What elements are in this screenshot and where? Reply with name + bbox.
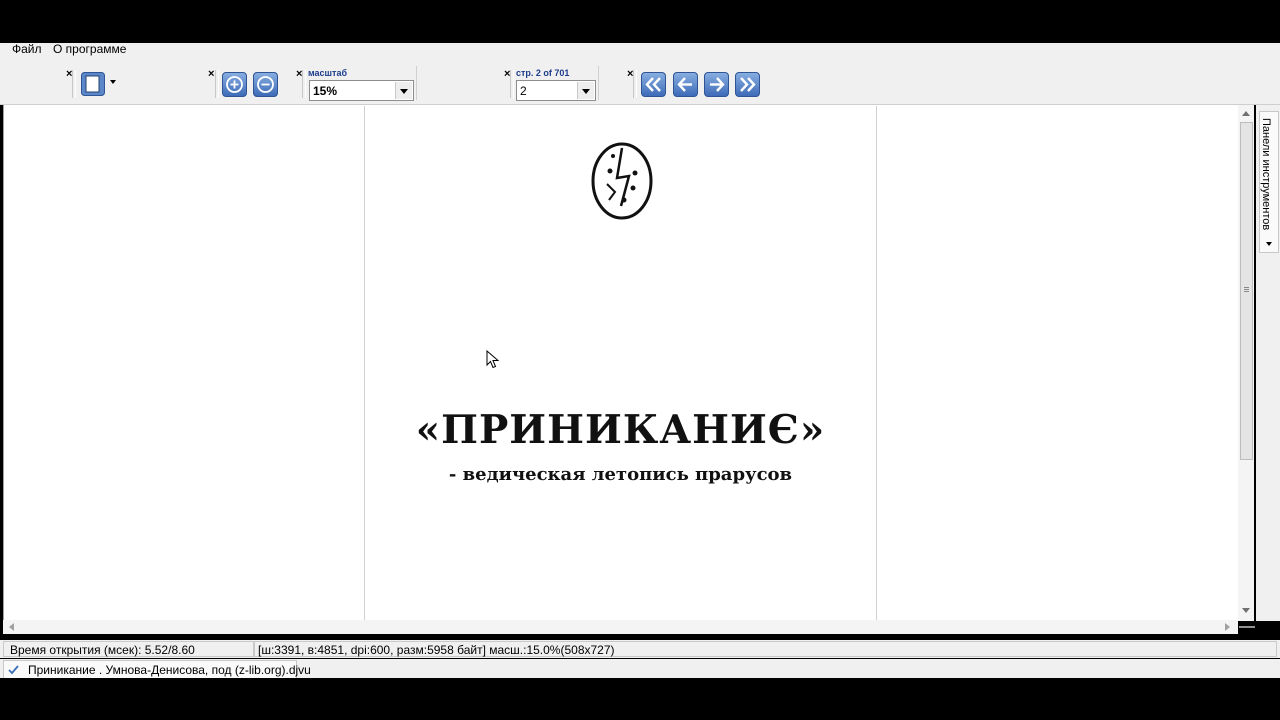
toolbar-separator [416, 66, 417, 100]
horizontal-scrollbar[interactable] [3, 620, 1238, 634]
tool-panels-tab-button[interactable]: Панели инструментов [1259, 111, 1279, 253]
scroll-right-arrow-icon[interactable] [1225, 623, 1230, 631]
zoom-value: 15% [313, 84, 338, 98]
menu-file[interactable]: Файл [12, 43, 42, 62]
mouse-cursor-icon [486, 350, 500, 369]
page-dropdown-arrow-icon[interactable] [577, 82, 594, 99]
scroll-up-arrow-icon[interactable] [1242, 111, 1250, 116]
previous-page-button[interactable] [673, 72, 698, 97]
vertical-scrollbar[interactable] [1238, 105, 1254, 621]
menu-about[interactable]: О программе [53, 43, 126, 62]
size-grip [1239, 626, 1255, 628]
menu-bar: Файл О программе [0, 43, 1280, 62]
arrow-left-icon [677, 77, 692, 92]
toolbar-grip[interactable] [633, 70, 637, 98]
status-bar: Время открытия (мсек): 5.52/8.60 [ш:3391… [0, 640, 1280, 658]
page-label: стр. 2 of 701 [516, 68, 570, 78]
toolbar: × × × масштаб 15% × стр. 2 of 701 2 × [0, 62, 1280, 105]
first-page-button[interactable] [641, 72, 666, 97]
document-subtitle: - ведическая летопись прарусов [448, 464, 793, 485]
document-info-status: [ш:3391, в:4851, dpi:600, разм:5958 байт… [254, 641, 1277, 657]
zoom-select[interactable]: 15% [309, 80, 414, 101]
page-view-icon [81, 72, 105, 96]
last-page-button[interactable] [735, 72, 760, 97]
toolbar-grip[interactable] [302, 70, 306, 98]
scroll-down-arrow-icon[interactable] [1242, 608, 1250, 613]
close-toolbar-zoom-icon[interactable]: × [208, 69, 214, 80]
scroll-left-arrow-icon[interactable] [9, 623, 14, 631]
tool-panels-label: Панели инструментов [1260, 118, 1272, 231]
toolbar-grip[interactable] [72, 70, 76, 98]
zoom-in-icon [226, 76, 243, 93]
zoom-out-button[interactable] [253, 72, 278, 97]
toolbar-grip[interactable] [510, 70, 514, 98]
tool-panels-tab[interactable]: Панели инструментов [1256, 105, 1280, 621]
file-tab-name: Приникание . Умнова-Денисова, под (z-lib… [28, 663, 311, 677]
zoom-label: масштаб [308, 68, 348, 78]
check-icon [8, 665, 19, 675]
view-dropdown-arrow-icon[interactable] [110, 80, 116, 84]
publisher-logo-icon [591, 142, 653, 220]
next-page-button[interactable] [704, 72, 729, 97]
file-tab-bar: Приникание . Умнова-Денисова, под (z-lib… [0, 659, 1280, 678]
toolbar-separator [598, 66, 599, 100]
toolbar-grip[interactable] [215, 70, 219, 98]
open-time-status: Время открытия (мсек): 5.52/8.60 [3, 641, 254, 657]
panel-arrow-icon [1266, 242, 1272, 246]
scroll-grip-icon [1244, 287, 1249, 288]
zoom-dropdown-arrow-icon[interactable] [395, 82, 412, 99]
document-title: «ПРИНИКАНИЄ» [415, 407, 826, 453]
page-view-button[interactable] [81, 72, 105, 96]
arrow-right-icon [710, 77, 725, 92]
zoom-in-button[interactable] [222, 72, 247, 97]
first-page-icon [645, 77, 661, 92]
zoom-out-icon [257, 76, 274, 93]
page-select[interactable]: 2 [516, 80, 596, 101]
page-value: 2 [520, 84, 527, 98]
vertical-scroll-thumb[interactable] [1240, 122, 1253, 460]
document-page: «ПРИНИКАНИЄ» - ведическая летопись прару… [364, 106, 877, 620]
file-tab[interactable]: Приникание . Умнова-Денисова, под (z-lib… [3, 660, 311, 678]
last-page-icon [740, 77, 756, 92]
